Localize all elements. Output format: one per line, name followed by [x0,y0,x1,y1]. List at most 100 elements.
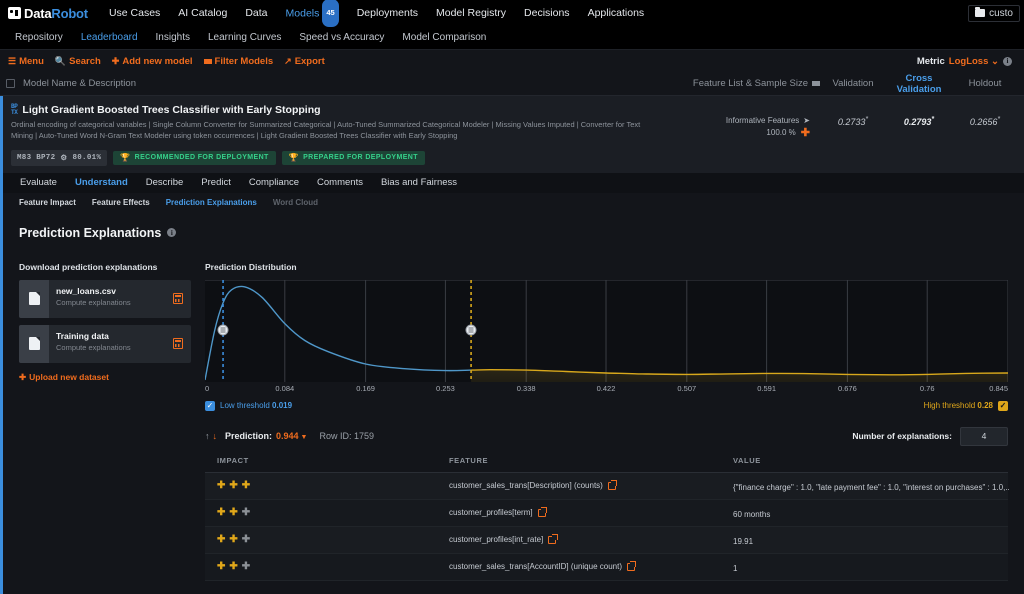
filter-models-button[interactable]: Filter Models [202,56,283,67]
subnav-item-insights[interactable]: Insights [147,32,199,43]
compute-icon[interactable] [173,293,183,304]
number-of-explanations-control: Number of explanations: 4 [852,427,1008,446]
low-threshold-handle[interactable] [218,324,229,335]
subnav-item-repository[interactable]: Repository [6,32,72,43]
leaderboard-column-header: Model Name & Description Feature List & … [0,72,1024,96]
tab-compliance[interactable]: Compliance [240,177,308,188]
sub-navigation-bar: Repository Leaderboard Insights Learning… [0,26,1024,50]
tab-understand[interactable]: Understand [66,177,137,188]
nav-item-deployments[interactable]: Deployments [348,0,427,26]
table-row[interactable]: ✚✚✚ customer_sales_trans[AccountID] (uni… [205,554,1008,581]
select-all-checkbox[interactable] [6,79,15,88]
column-header-cross-validation[interactable]: Cross Validation [886,73,952,95]
nav-label: AI Catalog [178,7,227,19]
subnav-item-leaderboard[interactable]: Leaderboard [72,32,147,43]
tab-comments[interactable]: Comments [308,177,372,188]
model-title-row: BPTX Light Gradient Boosted Trees Classi… [11,104,726,116]
panel-columns: Download prediction explanations new_loa… [19,262,1008,581]
prediction-value-dropdown[interactable]: 0.944▼ [276,431,307,441]
num-explanations-input[interactable]: 4 [960,427,1008,446]
table-row[interactable]: ✚✚✚ customer_sales_trans[Description] (c… [205,473,1008,500]
subnav-item-learning-curves[interactable]: Learning Curves [199,32,290,43]
tab-bias-and-fairness[interactable]: Bias and Fairness [372,177,466,188]
dataset-card-new-loans[interactable]: new_loans.csv Compute explanations [19,280,191,318]
table-row[interactable]: ✚✚✚ customer_profiles[term] 60 months [205,500,1008,527]
high-threshold-checkbox[interactable]: ✓ [998,401,1008,411]
dataset-card-action[interactable] [173,280,191,318]
project-selector-chip[interactable]: custo [968,5,1020,22]
feature-name: customer_profiles[term] [449,508,533,517]
filter-icon[interactable] [812,81,820,86]
prediction-navigation-arrows[interactable]: ↑ ↓ [205,432,217,441]
prediction-selector-row: ↑ ↓ Prediction: 0.944▼ Row ID: 1759 Numb… [205,427,1008,446]
upload-new-dataset-link[interactable]: ✚ Upload new dataset [19,372,191,383]
table-row[interactable]: ✚✚✚ customer_profiles[int_rate] 19.91 [205,527,1008,554]
model-id-label: M83 BP72 [17,154,55,162]
nav-item-ai-catalog[interactable]: AI Catalog [169,0,236,26]
nav-item-decisions[interactable]: Decisions [515,0,579,26]
arrow-down-icon[interactable]: ↓ [213,432,218,441]
dataset-card-training-data[interactable]: Training data Compute explanations [19,325,191,363]
prediction-distribution-chart[interactable]: 00.0840.1690.2530.3380.4220.5070.5910.67… [205,280,1008,398]
tab-label: Evaluate [20,177,57,188]
high-threshold-handle[interactable] [466,324,477,335]
nav-item-applications[interactable]: Applications [579,0,654,26]
low-threshold-label: Low threshold [220,401,270,410]
column-header-holdout[interactable]: Holdout [952,78,1018,89]
high-threshold-label: High threshold [924,401,976,410]
tab-evaluate[interactable]: Evaluate [11,177,66,188]
info-icon[interactable]: i [1003,57,1012,66]
impact-plus-icon: ✚ [242,481,250,491]
compute-icon[interactable] [173,338,183,349]
subtab-prediction-explanations[interactable]: Prediction Explanations [158,198,265,207]
info-icon[interactable]: i [167,228,176,237]
prediction-distribution-label: Prediction Distribution [205,262,1008,272]
column-header-feature-list[interactable]: Feature List & Sample Size [693,78,820,89]
document-icon [29,337,40,350]
export-button[interactable]: ↗ Export [282,56,334,67]
nav-item-models[interactable]: Models45 [277,0,348,27]
model-row-right: Informative Features ➤ 100.0 % ✚ 0.2733*… [726,104,1018,166]
subnav-label: Leaderboard [81,32,138,43]
table-header-feature: FEATURE [449,456,733,465]
nav-item-use-cases[interactable]: Use Cases [100,0,169,26]
validation-score-value: 0.2733 [838,117,866,127]
tab-label: Compliance [249,177,299,188]
menu-button[interactable]: ☰ Menu [6,56,53,67]
subtab-feature-impact[interactable]: Feature Impact [11,198,84,207]
arrow-up-icon[interactable]: ↑ [205,432,210,441]
sample-size-label: 80.01% [72,154,101,162]
nav-item-data[interactable]: Data [236,0,276,26]
leaderboard-model-row[interactable]: BPTX Light Gradient Boosted Trees Classi… [0,96,1024,173]
x-axis-tick: 0.507 [677,384,696,393]
nav-item-model-registry[interactable]: Model Registry [427,0,515,26]
plus-icon: ✚ [112,57,120,66]
subnav-item-model-comparison[interactable]: Model Comparison [393,32,495,43]
subnav-label: Learning Curves [208,32,281,43]
open-external-icon[interactable] [608,482,616,490]
open-external-icon[interactable] [538,509,546,517]
tab-describe[interactable]: Describe [137,177,193,188]
metric-value-dropdown[interactable]: LogLoss ⌄ [949,56,999,67]
add-sample-icon[interactable]: ✚ [801,129,810,137]
column-header-validation[interactable]: Validation [820,78,886,89]
badge-recommended-for-deployment: 🏆 RECOMMENDED FOR DEPLOYMENT [113,151,275,165]
panel-title-row: Prediction Explanations i [19,226,1008,240]
open-external-icon[interactable] [627,563,635,571]
dataset-card-body: new_loans.csv Compute explanations [49,280,173,318]
low-threshold-checkbox[interactable]: ✓ [205,401,215,411]
add-new-model-button[interactable]: ✚ Add new model [110,56,202,67]
datarobot-logo[interactable]: DataRobot [8,6,88,21]
tab-predict[interactable]: Predict [192,177,240,188]
open-external-icon[interactable] [548,536,556,544]
value-cell: {"finance charge" : 1.0, "late payment f… [733,483,1010,492]
subtab-feature-effects[interactable]: Feature Effects [84,198,158,207]
sample-size-row: 100.0 % ✚ [726,128,810,137]
low-threshold-control[interactable]: ✓ Low threshold 0.019 [205,401,292,411]
high-threshold-control[interactable]: High threshold 0.28 ✓ [924,401,1008,411]
chart-plot-area [205,280,1008,382]
search-button[interactable]: 🔍 Search [53,56,110,67]
dataset-card-action[interactable] [173,325,191,363]
blueprint-icon[interactable]: BPTX [11,104,17,116]
subnav-item-speed-vs-accuracy[interactable]: Speed vs Accuracy [290,32,393,43]
